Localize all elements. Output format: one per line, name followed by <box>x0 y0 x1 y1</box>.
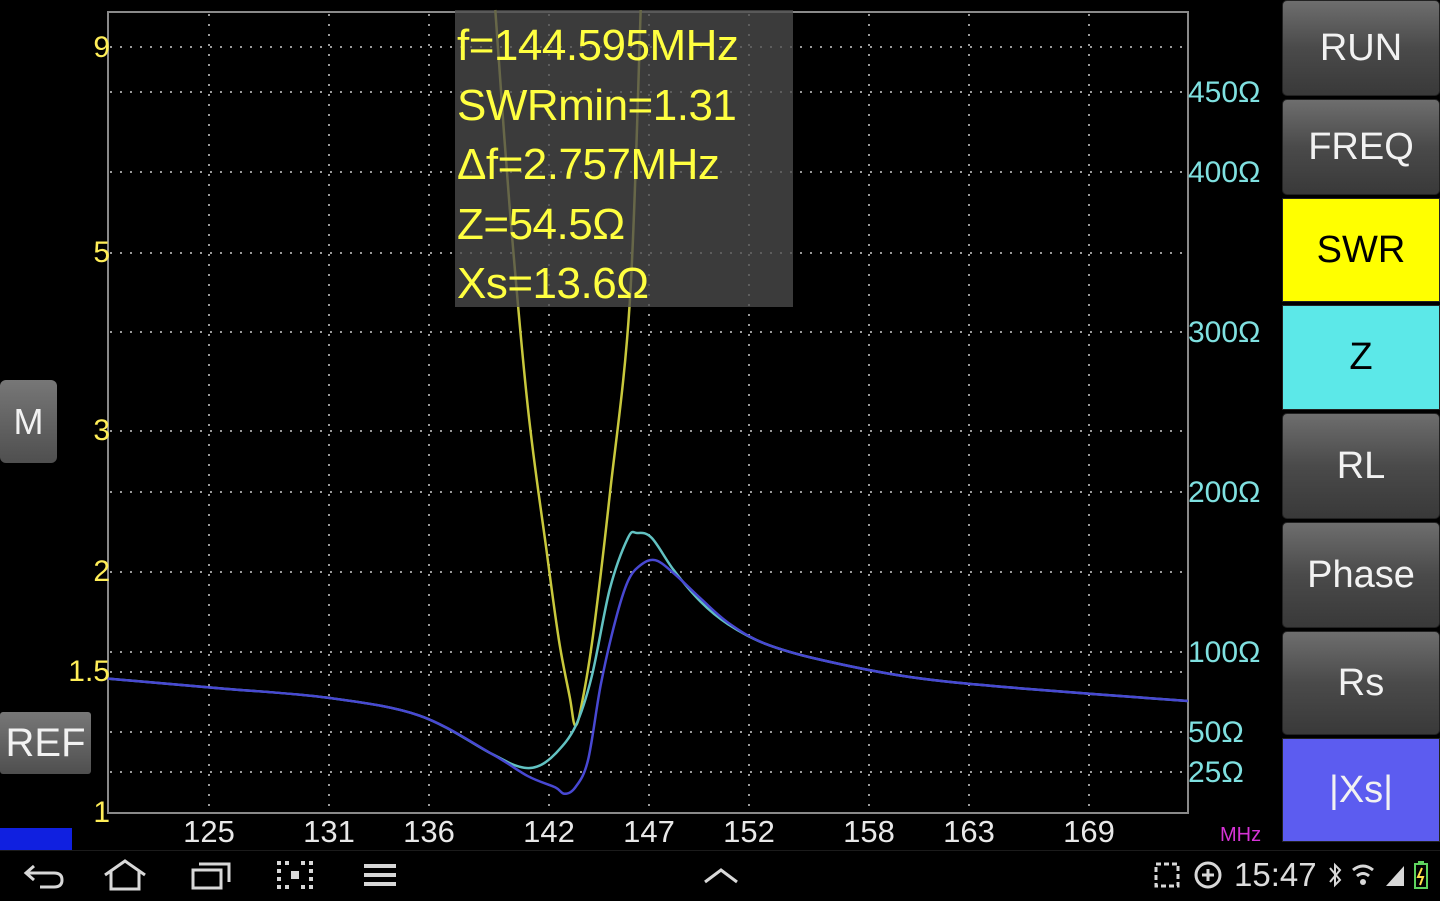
menu-icon[interactable] <box>358 858 402 892</box>
y-right-tick-label: 50Ω <box>1188 716 1244 749</box>
progress-bar <box>0 828 72 850</box>
y-left-tick-label: 1.5 <box>68 655 110 688</box>
back-icon[interactable] <box>22 858 66 892</box>
x-unit-label: MHz <box>1220 824 1262 846</box>
readout-delta-f: Δf=2.757MHz <box>457 140 720 189</box>
clock-time: 15:47 <box>1234 856 1317 893</box>
x-tick-label: 131 <box>303 814 355 849</box>
y-left-tick-label: 5 <box>93 236 110 269</box>
readout-swr-min: SWRmin=1.31 <box>457 80 737 130</box>
x-tick-label: 136 <box>403 814 455 849</box>
y-left-tick-label: 3 <box>93 414 110 447</box>
y-right-tick-label: 450Ω <box>1188 76 1261 109</box>
run-button[interactable]: RUN <box>1282 0 1440 96</box>
readout-reactance: Xs=13.6Ω <box>457 259 649 308</box>
marker-readout: f=144.595MHz SWRmin=1.31 Δf=2.757MHz Z=5… <box>455 10 793 308</box>
chevron-up-icon[interactable] <box>699 858 743 892</box>
z-button[interactable]: Z <box>1282 305 1440 410</box>
y-right-tick-label: 200Ω <box>1188 476 1261 509</box>
signal-icon <box>1386 866 1404 886</box>
freq-button[interactable]: FREQ <box>1282 99 1440 195</box>
y-left-tick-label: 9 <box>93 31 110 64</box>
rs-button[interactable]: Rs <box>1282 631 1440 735</box>
x-tick-label: 152 <box>723 814 775 849</box>
x-tick-label: 147 <box>623 814 675 849</box>
battery-icon <box>1414 861 1428 889</box>
y-right-tick-label: 400Ω <box>1188 156 1261 189</box>
x-tick-label: 169 <box>1063 814 1115 849</box>
rl-button[interactable]: RL <box>1282 413 1440 519</box>
y-left-tick-label: 2 <box>93 555 110 588</box>
x-tick-label: 125 <box>183 814 235 849</box>
readout-impedance: Z=54.5Ω <box>457 199 625 249</box>
recent-apps-icon[interactable] <box>189 858 233 892</box>
notification-icon <box>1154 862 1180 888</box>
bluetooth-icon <box>1329 862 1342 888</box>
wifi-icon <box>1352 864 1374 885</box>
readout-frequency: f=144.595MHz <box>457 21 739 70</box>
xs-button[interactable]: |Xs| <box>1282 738 1440 842</box>
x-tick-label: 163 <box>943 814 995 849</box>
marker-button[interactable]: M <box>0 380 57 463</box>
y-right-tick-label: 25Ω <box>1188 756 1244 789</box>
screenshot-icon[interactable] <box>273 858 317 892</box>
y-right-tick-label: 300Ω <box>1188 316 1261 349</box>
swr-button[interactable]: SWR <box>1282 198 1440 302</box>
x-tick-label: 142 <box>523 814 575 849</box>
sync-icon <box>1194 861 1222 889</box>
home-icon[interactable] <box>103 858 147 892</box>
x-tick-label: 158 <box>843 814 895 849</box>
y-left-tick-label: 1 <box>93 796 110 829</box>
y-right-tick-label: 100Ω <box>1188 636 1261 669</box>
ref-button[interactable]: REF <box>0 712 91 774</box>
phase-button[interactable]: Phase <box>1282 522 1440 628</box>
